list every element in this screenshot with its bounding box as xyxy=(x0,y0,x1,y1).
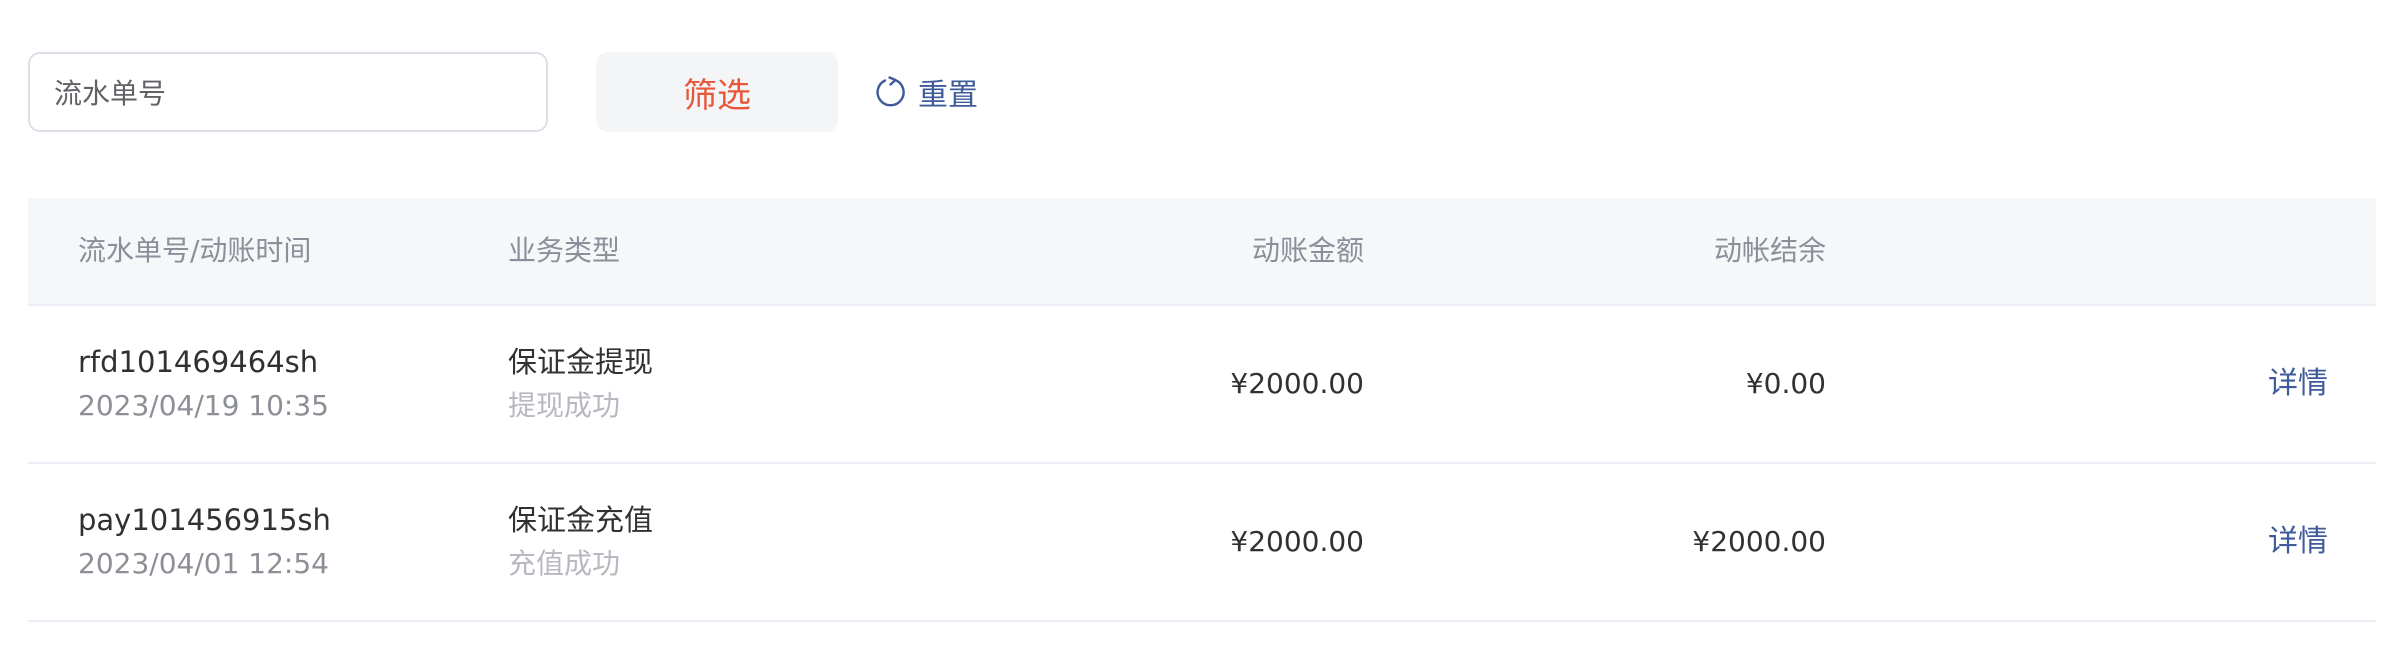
transaction-amount: ¥2000.00 xyxy=(1230,367,1364,400)
detail-link[interactable]: 详情 xyxy=(2268,306,2328,462)
transaction-time: 2023/04/01 12:54 xyxy=(78,547,329,580)
balance-amount: ¥0.00 xyxy=(1745,367,1826,400)
balance-amount: ¥2000.00 xyxy=(1692,525,1826,558)
reset-button[interactable]: 重置 xyxy=(874,70,978,114)
transaction-amount: ¥2000.00 xyxy=(1230,525,1364,558)
table-row: rfd101469464sh 2023/04/19 10:35 保证金提现 提现… xyxy=(28,306,2376,464)
header-balance: 动帐结余 xyxy=(1713,234,1826,267)
header-business-type: 业务类型 xyxy=(508,234,621,267)
search-box[interactable]: 流水单号 xyxy=(28,52,558,132)
refresh-icon xyxy=(874,75,908,109)
detail-link[interactable]: 详情 xyxy=(2268,464,2328,620)
table-row: pay101456915sh 2023/04/01 12:54 保证金充值 充值… xyxy=(28,464,2376,622)
serial-number: rfd101469464sh xyxy=(78,345,319,379)
header-amount: 动账金额 xyxy=(1251,234,1364,267)
transaction-time: 2023/04/19 10:35 xyxy=(78,389,329,422)
business-status: 提现成功 xyxy=(508,389,621,422)
business-status: 充值成功 xyxy=(508,547,621,580)
transaction-page: 流水单号 筛选 重置 流水单号/动账时间 业务类型 动账金额 动帐结余 rfd1… xyxy=(0,0,2402,656)
search-input[interactable] xyxy=(184,62,558,122)
reset-label: 重置 xyxy=(918,78,978,113)
search-label: 流水单号 xyxy=(54,77,167,110)
table-header: 流水单号/动账时间 业务类型 动账金额 动帐结余 xyxy=(28,198,2376,306)
business-type: 保证金提现 xyxy=(508,345,654,379)
filter-button[interactable]: 筛选 xyxy=(596,52,838,132)
business-type: 保证金充值 xyxy=(508,503,654,537)
serial-number: pay101456915sh xyxy=(78,503,331,537)
filter-bar: 流水单号 筛选 重置 xyxy=(28,52,978,132)
header-serial-time: 流水单号/动账时间 xyxy=(78,234,312,267)
transaction-table: 流水单号/动账时间 业务类型 动账金额 动帐结余 rfd101469464sh … xyxy=(28,198,2376,622)
